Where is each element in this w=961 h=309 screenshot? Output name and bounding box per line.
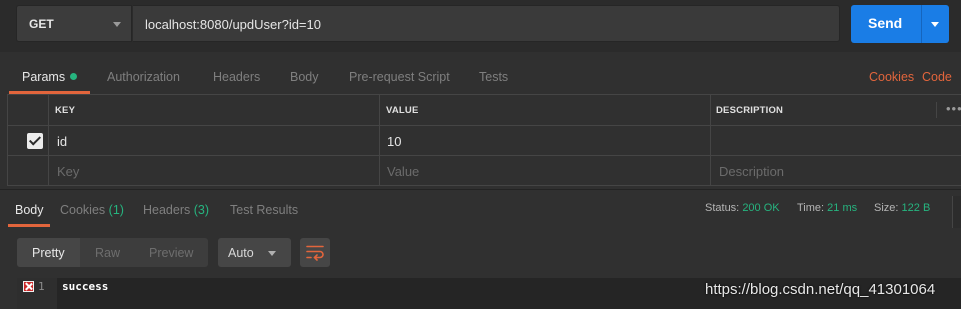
params-active-dot [70,73,78,80]
time-readout: Time: 21 ms [797,202,857,214]
tab-body[interactable]: Body [290,70,319,84]
chevron-down-icon [113,22,121,27]
chevron-down-icon [268,251,276,256]
line-number: 1 [38,280,45,293]
param-key-cell[interactable]: id [57,134,67,149]
response-active-tab-indicator [8,224,50,227]
table-border [7,94,961,95]
tab-authorization[interactable]: Authorization [107,70,180,84]
cookies-link[interactable]: Cookies [869,70,914,84]
line-gutter: 1 [17,278,57,309]
response-tab-cookies[interactable]: Cookies (1) [60,203,124,217]
size-label: Size: [874,202,899,214]
status-label: Status: [705,202,740,214]
request-tabs: Params Authorization Headers Body Pre-re… [0,60,961,94]
send-divider [921,5,922,43]
table-border [7,125,961,126]
response-tab-test-results[interactable]: Test Results [230,203,298,217]
code-link[interactable]: Code [922,70,952,84]
send-dropdown-icon[interactable] [931,22,939,27]
more-options-icon[interactable]: ••• [946,101,961,116]
size-readout: Size: 122 B [874,202,930,214]
tab-headers[interactable]: Headers [213,70,260,84]
params-table: KEY VALUE DESCRIPTION ••• id 10 Key Valu… [7,94,961,186]
send-button[interactable]: Send [851,5,949,43]
response-tab-body[interactable]: Body [15,203,44,217]
view-mode-raw[interactable]: Raw [95,246,120,260]
wrap-lines-button[interactable] [300,238,330,267]
status-value: 200 OK [742,202,780,214]
table-border [7,185,961,186]
response-divider [0,189,961,190]
table-border [710,94,711,186]
time-value: 21 ms [827,202,858,214]
tab-tests[interactable]: Tests [479,70,508,84]
column-header-description: DESCRIPTION [716,105,784,116]
url-input[interactable]: localhost:8080/updUser?id=10 [133,5,840,42]
tab-params[interactable]: Params [22,70,78,84]
time-label: Time: [797,202,825,214]
response-tab-headers-label: Headers [143,203,191,217]
response-tab-cookies-label: Cookies [60,203,106,217]
format-label: Auto [228,246,254,260]
response-panel-edge [952,196,961,228]
wrap-lines-icon [306,245,324,261]
format-select[interactable]: Auto [218,238,291,267]
response-tab-headers[interactable]: Headers (3) [143,203,209,217]
view-mode-pretty[interactable]: Pretty [32,246,65,260]
table-border [7,94,8,186]
table-border [7,155,961,156]
tab-prerequest-script[interactable]: Pre-request Script [349,70,450,84]
send-label: Send [868,15,903,31]
size-value: 122 B [901,202,931,214]
tab-params-label: Params [22,70,66,84]
request-bar: GET localhost:8080/updUser?id=10 Send [0,0,961,52]
response-line: success [62,280,109,293]
table-border [48,94,49,186]
cookies-count: (1) [108,203,124,217]
new-key-input[interactable]: Key [57,164,79,179]
table-border [379,94,380,186]
view-mode-toggle: Pretty Raw Preview [17,238,208,267]
method-select[interactable]: GET [16,5,132,42]
param-value-cell[interactable]: 10 [387,134,401,149]
watermark-text: https://blog.csdn.net/qq_41301064 [705,281,936,298]
new-description-input[interactable]: Description [719,164,784,179]
param-enabled-checkbox[interactable] [27,133,43,149]
error-marker-icon [23,281,34,292]
table-border [936,102,937,118]
url-text: localhost:8080/updUser?id=10 [145,17,321,32]
status-readout: Status: 200 OK [705,202,780,214]
new-value-input[interactable]: Value [387,164,419,179]
column-header-key: KEY [55,105,76,116]
column-header-value: VALUE [386,105,419,116]
headers-count: (3) [193,203,210,217]
view-mode-preview[interactable]: Preview [149,246,193,260]
method-label: GET [29,17,54,31]
